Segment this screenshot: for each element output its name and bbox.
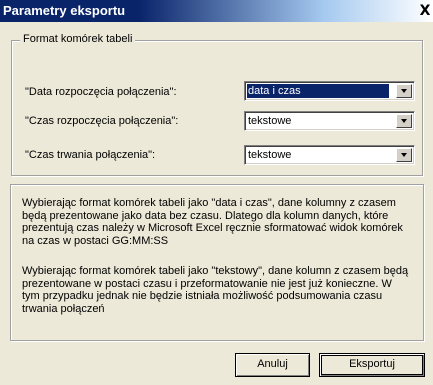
export-parameters-dialog: Parametry eksportu X Format komórek tabe…: [0, 0, 433, 385]
cell-format-legend: Format komórek tabeli: [20, 33, 136, 45]
window-title: Parametry eksportu: [3, 3, 126, 18]
start-time-dropdown-button[interactable]: [396, 114, 412, 128]
duration-label: "Czas trwania połączenia":: [25, 149, 156, 161]
duration-dropdown-button[interactable]: [396, 148, 412, 162]
info-paragraph-datetime: Wybierając format komórek tabeli jako "d…: [22, 197, 403, 247]
start-time-format-value: tekstowe: [248, 115, 292, 127]
start-date-dropdown-button[interactable]: [396, 84, 412, 98]
start-date-label: "Data rozpoczęcia połączenia":: [25, 86, 177, 98]
info-paragraph-text: Wybierając format komórek tabeli jako "t…: [22, 265, 409, 315]
chevron-down-icon: [401, 89, 407, 93]
chevron-down-icon: [401, 153, 407, 157]
chevron-down-icon: [401, 119, 407, 123]
close-icon[interactable]: X: [417, 3, 433, 19]
export-button-focus-frame: [321, 355, 423, 375]
start-date-format-select[interactable]: data i czas: [244, 81, 415, 101]
duration-format-select[interactable]: tekstowe: [244, 145, 415, 165]
start-time-format-select[interactable]: tekstowe: [244, 111, 415, 131]
start-date-format-value: data i czas: [247, 84, 389, 98]
cancel-button[interactable]: Anuluj: [235, 353, 310, 377]
export-button[interactable]: Eksportuj: [319, 353, 425, 377]
duration-format-value: tekstowe: [248, 149, 292, 161]
start-time-label: "Czas rozpoczęcia połączenia":: [25, 115, 179, 127]
title-bar[interactable]: Parametry eksportu X: [0, 0, 433, 22]
